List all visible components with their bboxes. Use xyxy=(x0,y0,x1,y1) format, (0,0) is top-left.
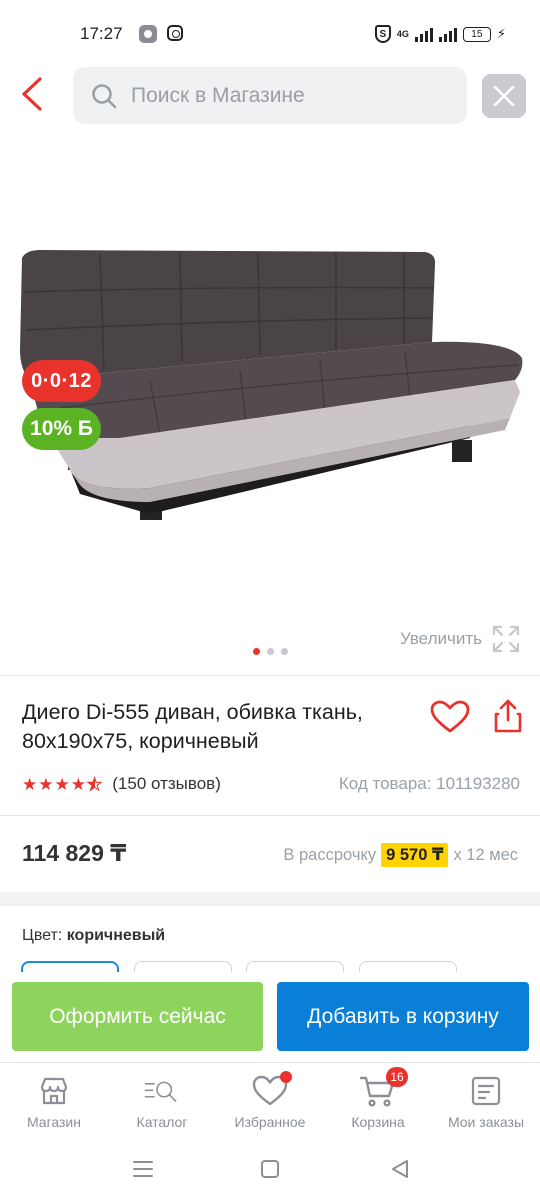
gallery-pagination xyxy=(0,648,540,655)
purchase-action-bar: Оформить сейчас Добавить в корзину xyxy=(0,972,540,1062)
favorites-notification-dot xyxy=(280,1071,292,1083)
nav-item-favorites[interactable]: Избранное xyxy=(216,1063,324,1138)
signal-icon-secondary xyxy=(438,26,457,42)
nav-label-cart: Корзина xyxy=(351,1114,405,1130)
heart-icon xyxy=(430,700,470,733)
rating-row: ★ ★ ★ ★ ★ (150 отзывов) Код товара: 1011… xyxy=(22,772,520,796)
divider xyxy=(0,815,540,816)
chevron-left-icon xyxy=(22,77,42,111)
product-price: 114 829 ₸ xyxy=(22,840,127,866)
nav-label-store: Магазин xyxy=(26,1114,81,1130)
product-sku: Код товара: 101193280 xyxy=(338,774,520,793)
pagination-dot-active[interactable] xyxy=(252,648,260,655)
pagination-dot[interactable] xyxy=(266,648,274,655)
color-label: Цвет: коричневый xyxy=(22,927,165,945)
installment-term: x 12 мес xyxy=(453,845,518,864)
rating-stars: ★ ★ ★ ★ ★ xyxy=(22,774,103,794)
favorite-button[interactable] xyxy=(430,700,470,734)
reviews-link[interactable]: (150 отзывов) xyxy=(112,774,221,794)
timer-badge: 0·0·12 xyxy=(22,360,101,402)
nav-label-favorites: Избранное xyxy=(234,1114,306,1130)
nav-item-catalog[interactable]: Каталог xyxy=(108,1063,216,1138)
close-icon xyxy=(493,85,515,107)
security-shield-icon: S xyxy=(374,25,391,43)
bonus-badge: 10% Б xyxy=(22,408,101,450)
share-icon xyxy=(494,699,522,733)
color-value: коричневый xyxy=(66,927,166,944)
system-navigation-bar xyxy=(0,1140,540,1200)
square-icon xyxy=(261,1160,279,1178)
store-icon xyxy=(36,1073,72,1109)
search-bar[interactable] xyxy=(73,67,467,124)
pagination-dot[interactable] xyxy=(280,648,288,655)
star-icon: ★ xyxy=(54,774,70,794)
search-header xyxy=(0,66,540,126)
zoom-label: Увеличить xyxy=(400,629,482,648)
home-button[interactable] xyxy=(258,1157,282,1181)
bottom-navigation: Магазин Каталог Избранное 16 Корзина Мои… xyxy=(0,1062,540,1138)
orders-icon xyxy=(468,1073,504,1109)
triangle-back-icon xyxy=(392,1160,408,1178)
installment-info[interactable]: В рассрочку 9 570 ₸ x 12 мес xyxy=(283,843,518,867)
star-icon: ★ xyxy=(70,774,86,794)
star-icon: ★ xyxy=(38,774,54,794)
product-gallery[interactable]: 0·0·12 10% Б Увеличить xyxy=(0,130,540,670)
product-title: Диего Di-555 диван, обивка ткань, 80x190… xyxy=(22,700,363,753)
checkout-now-button[interactable]: Оформить сейчас xyxy=(12,982,263,1051)
back-system-button[interactable] xyxy=(388,1157,412,1181)
status-indicators: S 4G 15 ⚡ xyxy=(374,25,506,43)
status-notification-icons xyxy=(139,25,183,43)
nav-label-orders: Мои заказы xyxy=(447,1114,525,1130)
nav-item-cart[interactable]: 16 Корзина xyxy=(324,1063,432,1138)
color-label-prefix: Цвет: xyxy=(22,927,63,944)
half-star-icon: ★ xyxy=(86,774,103,794)
cart-count-badge: 16 xyxy=(386,1067,408,1087)
instagram-notification-icon xyxy=(167,25,183,41)
battery-icon: 15 xyxy=(462,26,491,42)
back-button[interactable] xyxy=(18,76,48,112)
recent-apps-button[interactable] xyxy=(131,1157,155,1181)
search-input[interactable] xyxy=(131,83,431,108)
network-type: 4G xyxy=(396,28,409,39)
installment-amount: 9 570 ₸ xyxy=(381,843,449,867)
nav-item-store[interactable]: Магазин xyxy=(0,1063,108,1138)
divider xyxy=(0,675,540,676)
menu-icon xyxy=(133,1161,153,1177)
status-bar: 17:27 S 4G 15 ⚡ xyxy=(0,0,540,66)
share-button[interactable] xyxy=(492,698,524,734)
star-icon: ★ xyxy=(22,774,38,794)
catalog-search-icon xyxy=(144,1073,180,1109)
charging-icon: ⚡ xyxy=(496,26,506,41)
settings-notification-icon xyxy=(139,25,157,43)
nav-item-orders[interactable]: Мои заказы xyxy=(432,1063,540,1138)
nav-label-catalog: Каталог xyxy=(136,1114,188,1130)
search-icon xyxy=(92,83,117,108)
status-time: 17:27 xyxy=(80,24,123,43)
signal-icon xyxy=(414,26,433,42)
installment-prefix: В рассрочку xyxy=(283,845,377,864)
battery-level: 15 xyxy=(471,28,483,40)
close-button[interactable] xyxy=(482,74,526,118)
add-to-cart-button[interactable]: Добавить в корзину xyxy=(277,982,529,1051)
section-separator xyxy=(0,892,540,906)
